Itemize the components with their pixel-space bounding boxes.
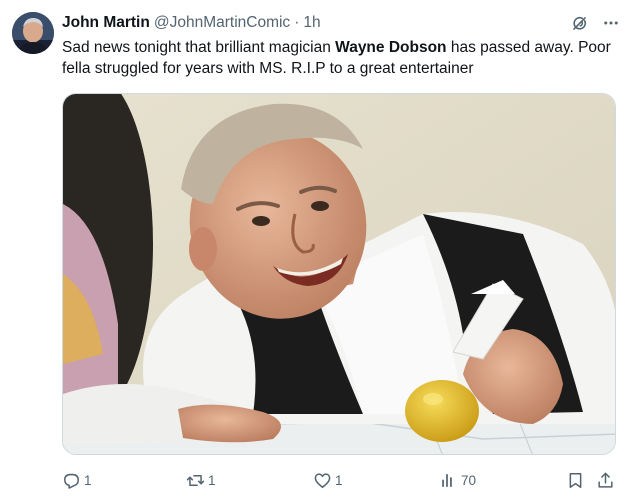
reply-count: 1 (84, 472, 92, 488)
tweet-photo[interactable] (62, 93, 616, 455)
header-actions (568, 12, 622, 34)
share-button[interactable] (596, 471, 615, 490)
tweet-text-bold[interactable]: Wayne Dobson (335, 39, 446, 56)
separator: · (294, 14, 300, 31)
avatar[interactable] (12, 12, 54, 54)
tweet-header: John Martin @JohnMartinComic · 1h (62, 12, 622, 34)
reply-button[interactable]: 1 (62, 471, 92, 490)
bookmark-button[interactable] (566, 471, 585, 490)
retweet-icon (186, 471, 205, 490)
bookmark-icon (566, 471, 585, 490)
author-handle[interactable]: @JohnMartinComic (154, 14, 290, 32)
share-icon (596, 471, 615, 490)
grok-icon[interactable] (568, 12, 590, 34)
like-button[interactable]: 1 (313, 471, 343, 490)
views-button[interactable]: 70 (439, 471, 476, 490)
timestamp[interactable]: 1h (303, 14, 320, 32)
tweet-text: Sad news tonight that brilliant magician… (62, 37, 622, 79)
like-icon (313, 471, 332, 490)
reply-icon (62, 471, 81, 490)
views-count: 70 (461, 472, 477, 488)
views-icon (439, 471, 458, 490)
author-name[interactable]: John Martin (62, 14, 150, 32)
tweet-text-before: Sad news tonight that brilliant magician (62, 39, 336, 56)
action-bar: 1 1 1 70 (62, 466, 622, 494)
retweet-count: 1 (208, 472, 216, 488)
like-count: 1 (335, 472, 343, 488)
retweet-button[interactable]: 1 (186, 471, 216, 490)
more-icon[interactable] (600, 12, 622, 34)
